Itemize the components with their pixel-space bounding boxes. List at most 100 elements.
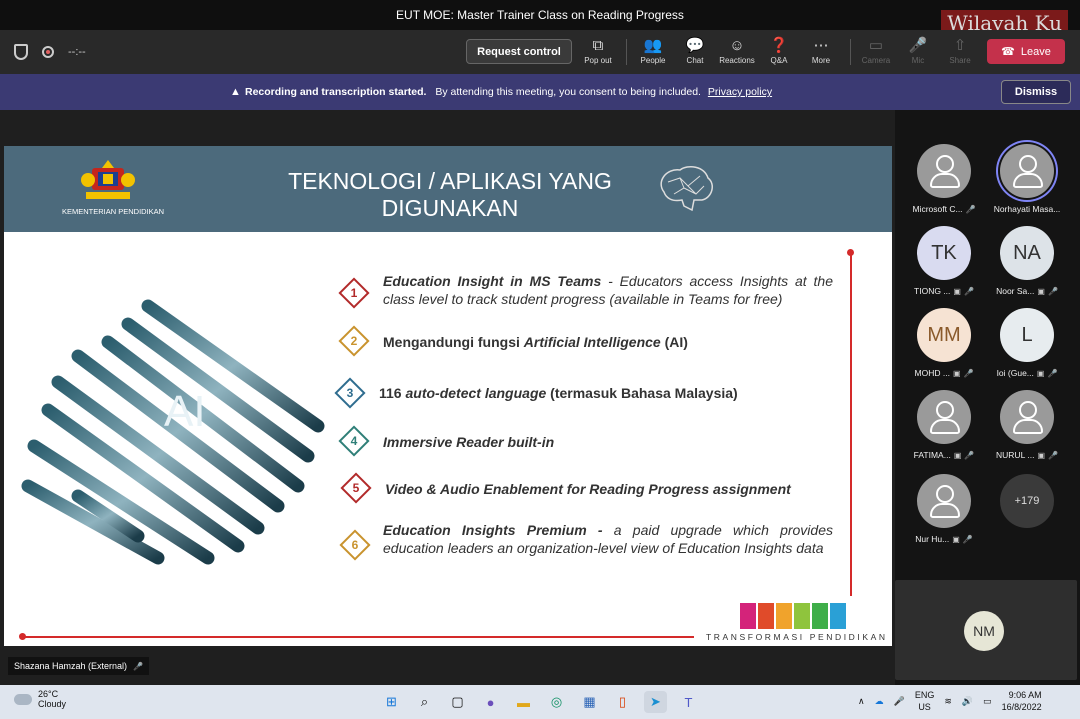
transformasi-logo: [740, 603, 846, 629]
video-off-icon: ▣: [1037, 286, 1045, 296]
participant-tile[interactable]: MM MOHD ... ▣ 🎤: [903, 308, 985, 378]
video-off-icon: ▣: [952, 368, 961, 378]
participant-tile[interactable]: NA Noor Sa... ▣ 🎤: [986, 226, 1068, 296]
more-participants-button[interactable]: +179: [986, 474, 1068, 528]
slide-item-3: 116 auto-detect language (termasuk Bahas…: [379, 385, 738, 401]
ai-illustration: AI: [21, 299, 325, 565]
transformasi-text: TRANSFORMASI PENDIDIKAN: [706, 632, 888, 642]
leave-button[interactable]: ☎ Leave: [987, 39, 1065, 64]
recording-icon: [42, 46, 54, 58]
store-icon[interactable]: ▦: [578, 691, 601, 713]
mic-off-icon: 🎤: [133, 661, 144, 671]
participant-tile[interactable]: Microsoft C... 🎤: [903, 144, 985, 214]
item-badge-6: 6: [339, 529, 371, 561]
weather-condition: Cloudy: [38, 699, 67, 709]
request-control-button[interactable]: Request control: [466, 39, 572, 64]
search-icon[interactable]: ⌕: [413, 691, 436, 713]
pop-out-button[interactable]: ⧉ Pop out: [576, 36, 620, 70]
item-badge-3: 3: [334, 377, 366, 409]
weather-widget[interactable]: 26°C Cloudy: [14, 689, 66, 709]
share-icon: ⇧: [953, 37, 967, 54]
presenter-label: Shazana Hamzah (External) 🎤: [8, 657, 150, 675]
weather-temp: 26°C: [38, 689, 59, 699]
share-button[interactable]: ⇧ Share: [938, 36, 982, 70]
wifi-icon[interactable]: ≋: [944, 696, 952, 707]
camera-off-icon: ▭: [868, 37, 884, 54]
mic-tray-icon[interactable]: 🎤: [894, 696, 905, 707]
qa-icon: ❓: [769, 37, 789, 54]
brain-icon: [660, 165, 713, 212]
item-badge-1: 1: [338, 277, 370, 309]
camera-button[interactable]: ▭ Camera: [854, 36, 898, 70]
more-button[interactable]: ⋯ More: [799, 36, 843, 70]
avatar: [1000, 390, 1054, 444]
onedrive-icon[interactable]: ☁: [875, 696, 884, 707]
avatar: [1000, 144, 1054, 198]
mic-off-icon: 🎤: [1048, 450, 1058, 460]
reactions-button[interactable]: ☺ Reactions: [715, 36, 759, 70]
item-badge-5: 5: [340, 472, 372, 504]
volume-icon[interactable]: 🔊: [962, 696, 973, 707]
video-off-icon: ▣: [953, 450, 962, 460]
mic-off-icon: 🎤: [1047, 286, 1058, 296]
slide-item-2: Mengandungi fungsi Artificial Intelligen…: [383, 334, 688, 350]
item-badge-4: 4: [338, 425, 370, 457]
avatar: MM: [917, 308, 971, 362]
participant-tile[interactable]: TK TIONG ... ▣ 🎤: [903, 226, 985, 296]
chat-button[interactable]: 💬 Chat: [673, 36, 717, 70]
video-off-icon: ▣: [1036, 368, 1045, 378]
cloud-icon: [14, 693, 32, 705]
self-view-tile[interactable]: NM: [895, 580, 1077, 680]
avatar: [917, 474, 971, 528]
meeting-timer: --:--: [68, 46, 86, 58]
video-off-icon: ▣: [1037, 450, 1045, 460]
people-button[interactable]: 👥 People: [631, 36, 675, 70]
edge-icon[interactable]: ◎: [545, 691, 568, 713]
office-icon[interactable]: ▯: [611, 691, 634, 713]
slide-header: KEMENTERIAN PENDIDIKAN TEKNOLOGI / APLIK…: [4, 146, 892, 232]
file-explorer-icon[interactable]: ▬: [512, 691, 535, 713]
slide-item-6: Education Insights Premium - a paid upgr…: [383, 522, 833, 556]
chat-icon: 💬: [685, 37, 705, 54]
ministry-label: KEMENTERIAN PENDIDIKAN: [62, 207, 165, 216]
telegram-icon[interactable]: ➤: [644, 691, 667, 713]
more-icon: ⋯: [813, 37, 829, 54]
start-icon[interactable]: ⊞: [380, 691, 403, 713]
participant-tile[interactable]: FATIMA... ▣ 🎤: [903, 390, 985, 460]
recording-banner: ▲ Recording and transcription started. B…: [0, 74, 1080, 110]
slide-title: TEKNOLOGI / APLIKASI YANG DIGUNAKAN: [288, 168, 612, 221]
participant-tile[interactable]: Nur Hu... ▣ 🎤: [903, 474, 985, 544]
mic-off-icon: 🎤: [964, 450, 975, 460]
avatar: [917, 144, 971, 198]
participant-tile[interactable]: NURUL ... ▣ 🎤: [986, 390, 1068, 460]
qa-button[interactable]: ❓ Q&A: [757, 36, 801, 70]
phone-hangup-icon: ☎: [1001, 46, 1015, 58]
dismiss-button[interactable]: Dismiss: [1001, 80, 1071, 104]
clock[interactable]: 9:06 AM 16/8/2022: [1002, 689, 1042, 713]
pop-out-icon: ⧉: [592, 37, 604, 54]
slide-item-4: Immersive Reader built-in: [383, 434, 555, 450]
windows-taskbar: 26°C Cloudy ⊞ ⌕ ▢ ● ▬ ◎ ▦ ▯ ➤ T ∧ ☁ 🎤 EN…: [0, 685, 1080, 719]
people-icon: 👥: [643, 37, 663, 54]
mic-off-icon: 🎤: [1047, 368, 1058, 378]
mic-off-icon: 🎤: [908, 37, 928, 54]
participant-tile[interactable]: L Ioi (Gue... ▣ 🎤: [986, 308, 1068, 378]
teams-icon[interactable]: T: [677, 691, 700, 713]
chat-app-icon[interactable]: ●: [479, 691, 502, 713]
mic-off-icon: 🎤: [963, 286, 974, 296]
decor-line-horizontal: [22, 636, 694, 638]
chevron-up-icon[interactable]: ∧: [858, 696, 865, 707]
participant-tile[interactable]: Norhayati Masa...: [986, 144, 1068, 214]
decor-dot: [847, 249, 854, 256]
privacy-policy-link[interactable]: Privacy policy: [708, 86, 772, 98]
task-view-icon[interactable]: ▢: [446, 691, 469, 713]
avatar: L: [1000, 308, 1054, 362]
language-indicator[interactable]: ENG US: [915, 689, 935, 713]
more-participants-count: +179: [1000, 474, 1054, 528]
battery-icon[interactable]: ▭: [983, 696, 992, 707]
video-off-icon: ▣: [953, 286, 961, 296]
meeting-toolbar: --:-- Request control ⧉ Pop out 👥 People…: [0, 30, 1080, 74]
decor-line-vertical: [850, 254, 852, 596]
window-titlebar: EUT MOE: Master Trainer Class on Reading…: [0, 0, 1080, 30]
mic-button[interactable]: 🎤 Mic: [896, 36, 940, 70]
